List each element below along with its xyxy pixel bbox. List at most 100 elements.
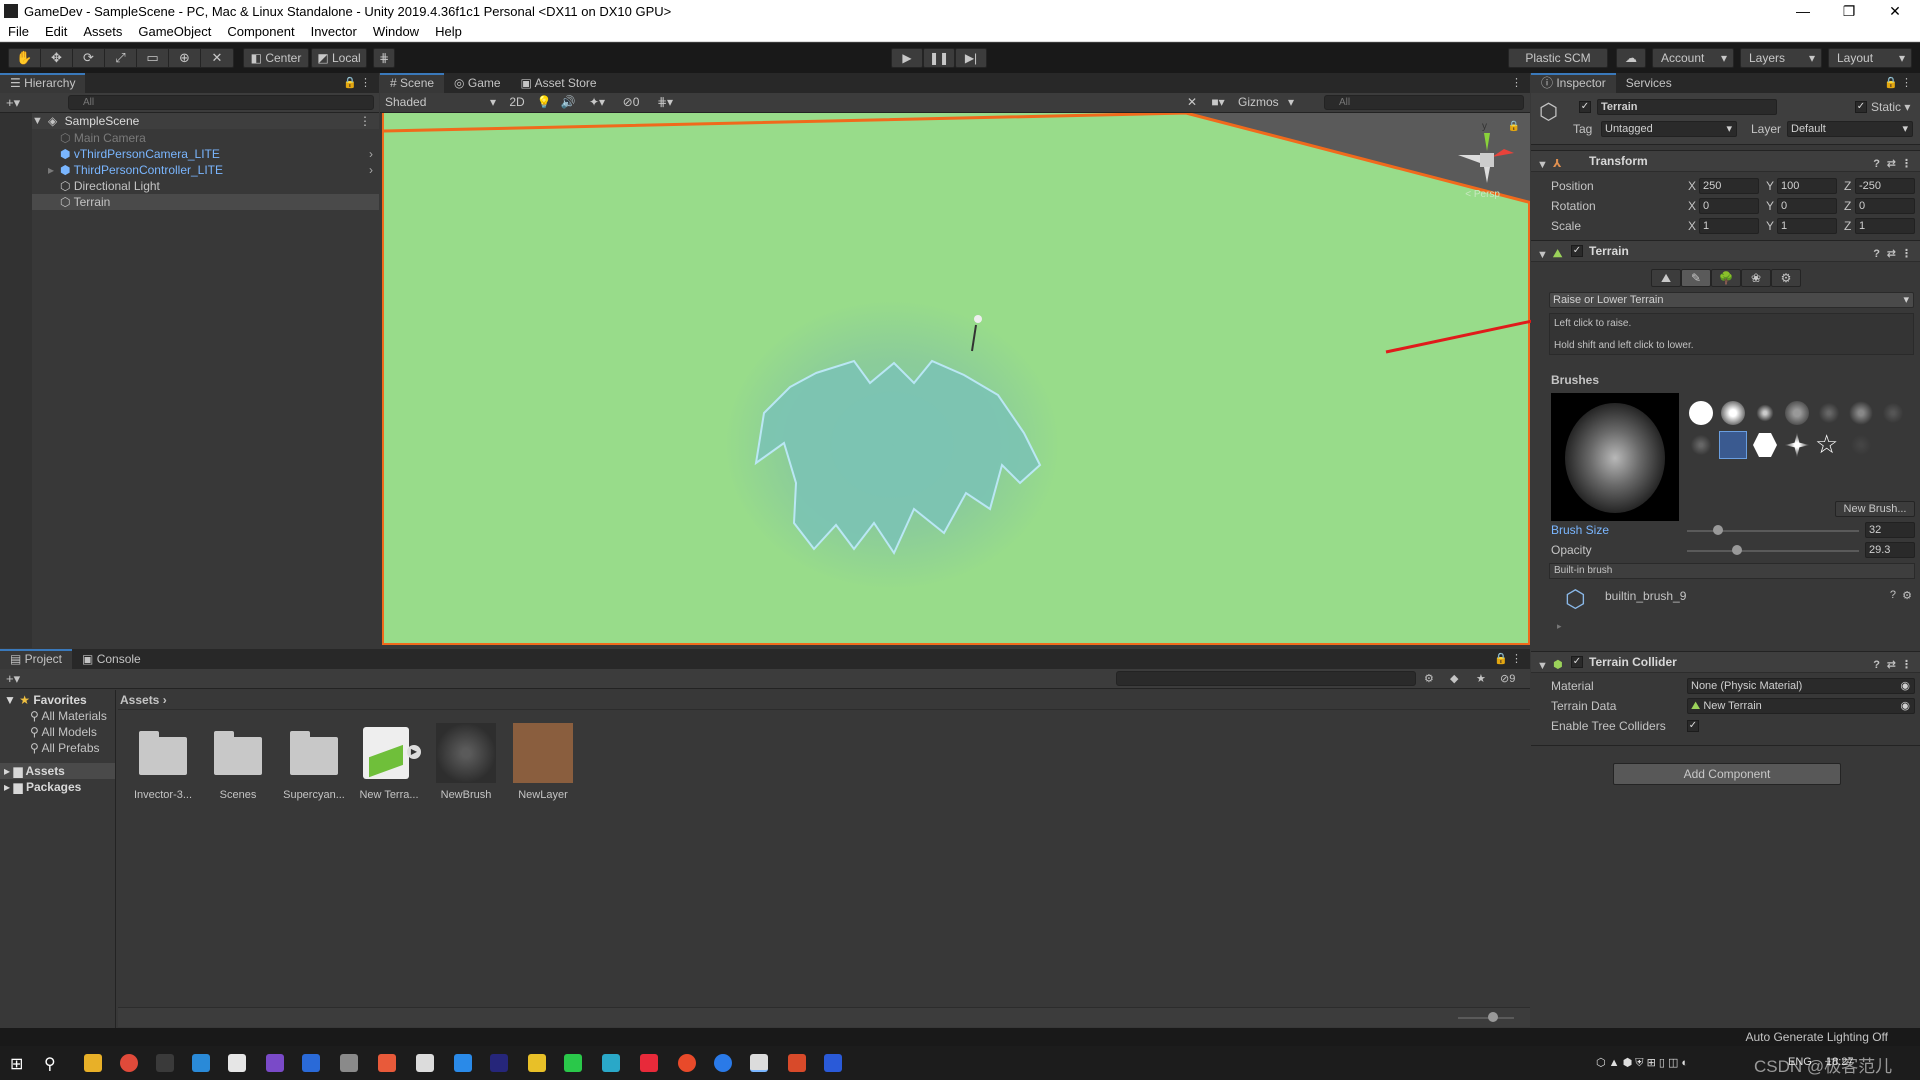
help-icon[interactable]: ? (1873, 244, 1880, 264)
preset-icon[interactable]: ⇄ (1887, 655, 1896, 675)
add-icon[interactable]: +▾ (6, 95, 20, 111)
more-menu-icon[interactable]: ⋮ (1901, 244, 1912, 264)
chevron-right-icon[interactable]: › (369, 146, 373, 162)
rotation-z-field[interactable]: 0 (1855, 198, 1915, 214)
menu-gameobject[interactable]: GameObject (130, 24, 219, 39)
lighting-status[interactable]: Auto Generate Lighting Off (1745, 1030, 1888, 1044)
maximize-button[interactable]: ❐ (1826, 0, 1872, 22)
more-menu-icon[interactable]: ⋮ (359, 113, 371, 129)
app-icon[interactable] (602, 1054, 620, 1072)
asset-new-terrain[interactable]: ▶ New Terra... (358, 723, 421, 801)
terrain-tool-dropdown[interactable]: Raise or Lower Terrain ▾ (1549, 292, 1914, 308)
pause-button[interactable]: ❚❚ (923, 48, 955, 68)
rect-tool-icon[interactable]: ▭ (137, 49, 169, 67)
lock-icon[interactable]: 🔒 (1494, 652, 1508, 665)
preset-icon[interactable]: ⇄ (1887, 154, 1896, 174)
visual-studio-icon[interactable] (266, 1054, 284, 1072)
active-checkbox[interactable]: ✓ (1579, 101, 1591, 113)
opacity-slider[interactable] (1687, 550, 1859, 552)
brush-swatch-small[interactable] (1753, 401, 1777, 425)
expand-arrow-icon[interactable]: ▼ (4, 693, 16, 707)
brush-swatch-faint[interactable] (1881, 401, 1905, 425)
object-picker-icon[interactable]: ◉ (1900, 679, 1910, 693)
static-dropdown[interactable]: Static ▾ (1871, 100, 1910, 114)
tab-services[interactable]: Services (1616, 73, 1682, 93)
step-button[interactable]: ▶| (955, 48, 987, 68)
app-icon[interactable] (378, 1054, 396, 1072)
more-menu-icon[interactable]: ⋮ (1511, 76, 1522, 89)
tab-scene[interactable]: # Scene (380, 73, 445, 93)
account-dropdown[interactable]: Account ▾ (1652, 48, 1734, 68)
add-icon[interactable]: +▾ (6, 671, 20, 687)
minimize-button[interactable]: — (1780, 0, 1826, 22)
scale-tool-icon[interactable]: ⤢ (105, 49, 137, 67)
app-icon[interactable] (228, 1054, 246, 1072)
lighting-toggle-icon[interactable]: 💡 (532, 93, 556, 112)
close-button[interactable]: ✕ (1872, 0, 1918, 22)
tab-console[interactable]: ▣ Console (72, 649, 151, 669)
expand-arrow-icon[interactable]: ▸ (4, 780, 10, 794)
project-search-input[interactable] (1116, 671, 1416, 686)
search-icon[interactable]: ⚲ (44, 1054, 56, 1074)
scene-search-input[interactable]: All (1324, 95, 1524, 110)
folder-packages[interactable]: ▸ ▆ Packages (0, 779, 115, 795)
scene-row[interactable]: ▼ ◈ SampleScene ⋮ (0, 113, 379, 129)
menu-invector[interactable]: Invector (303, 24, 365, 39)
terrain-data-field[interactable]: ⛰ New Terrain ◉ (1687, 698, 1915, 714)
hand-tool-icon[interactable]: ✋ (9, 49, 41, 67)
hidden-packages-toggle[interactable]: ⊘9 (1500, 672, 1515, 685)
menu-edit[interactable]: Edit (37, 24, 75, 39)
gizmos-dropdown[interactable]: Gizmos ▾ (1234, 93, 1298, 112)
brush-swatch-soft[interactable] (1721, 401, 1745, 425)
folder-assets[interactable]: ▸ ▆ Assets (0, 763, 115, 779)
object-picker-icon[interactable]: ◉ (1900, 699, 1910, 713)
help-icon[interactable]: ? (1873, 655, 1880, 675)
material-field[interactable]: None (Physic Material) ◉ (1687, 678, 1915, 694)
play-button[interactable]: ▶ (891, 48, 923, 68)
brush-swatch-hard[interactable] (1689, 401, 1713, 425)
tab-hierarchy[interactable]: ☰ Hierarchy (0, 73, 86, 93)
pivot-center-button[interactable]: ◧ Center (243, 48, 309, 68)
persp-label[interactable]: < Persp (1465, 189, 1500, 200)
chrome-icon[interactable] (120, 1054, 138, 1072)
more-menu-icon[interactable]: ⋮ (1901, 76, 1912, 89)
new-brush-button[interactable]: New Brush... (1835, 501, 1915, 517)
collider-enabled-checkbox[interactable]: ✓ (1571, 656, 1583, 668)
thumbnail-size-slider[interactable] (1458, 1017, 1514, 1019)
app-icon[interactable] (302, 1054, 320, 1072)
photoshop-icon[interactable] (490, 1054, 508, 1072)
scene-canvas[interactable]: y < Persp 🔒 (382, 113, 1530, 645)
asset-new-brush[interactable]: NewBrush (435, 723, 497, 801)
menu-help[interactable]: Help (427, 24, 470, 39)
terrain-collider-header[interactable]: ▼ ⬢ ✓ Terrain Collider ? ⇄ ⋮ (1531, 651, 1920, 673)
asset-new-layer[interactable]: NewLayer (512, 723, 574, 801)
scale-z-field[interactable]: 1 (1855, 218, 1915, 234)
help-icon[interactable]: ? (1873, 154, 1880, 174)
terrain-component-header[interactable]: ▼ ⛰ ✓ Terrain ? ⇄ ⋮ (1531, 240, 1920, 262)
rotate-tool-icon[interactable]: ⟳ (73, 49, 105, 67)
favorite-all-prefabs[interactable]: ⚲ All Prefabs (0, 740, 115, 756)
gizmo-lock-icon[interactable]: 🔒 (1508, 121, 1520, 132)
tray-icons[interactable]: ⬡ ▲ ⬢ ⛨ ⊞ ▯ ◫ ◐ (1596, 1056, 1688, 1070)
tree-colliders-checkbox[interactable]: ✓ (1687, 720, 1699, 732)
paint-terrain-icon[interactable]: ✎ (1681, 269, 1711, 287)
paint-trees-icon[interactable]: 🌳 (1711, 269, 1741, 287)
app-icon[interactable] (714, 1054, 732, 1072)
position-z-field[interactable]: -250 (1855, 178, 1915, 194)
play-preview-icon[interactable]: ▶ (407, 745, 421, 759)
hierarchy-item-main-camera[interactable]: ⬡ Main Camera (0, 130, 379, 146)
foldout-arrow-icon[interactable]: ▼ (1537, 656, 1548, 676)
layer-dropdown[interactable]: Default ▾ (1787, 121, 1913, 137)
position-y-field[interactable]: 100 (1777, 178, 1837, 194)
wechat-icon[interactable] (564, 1054, 582, 1072)
terrain-enabled-checkbox[interactable]: ✓ (1571, 245, 1583, 257)
tab-project[interactable]: ▤ Project (0, 649, 73, 669)
menu-component[interactable]: Component (219, 24, 302, 39)
pivot-local-button[interactable]: ◩ Local (311, 48, 367, 68)
unity-hub-icon[interactable] (416, 1054, 434, 1072)
favorites-section[interactable]: ▼ ★ Favorites (0, 692, 115, 708)
opacity-slider-knob[interactable] (1731, 545, 1742, 555)
app-icon[interactable] (640, 1054, 658, 1072)
rotation-y-field[interactable]: 0 (1777, 198, 1837, 214)
brush-swatch-star-outline[interactable]: ☆ (1815, 431, 1838, 457)
